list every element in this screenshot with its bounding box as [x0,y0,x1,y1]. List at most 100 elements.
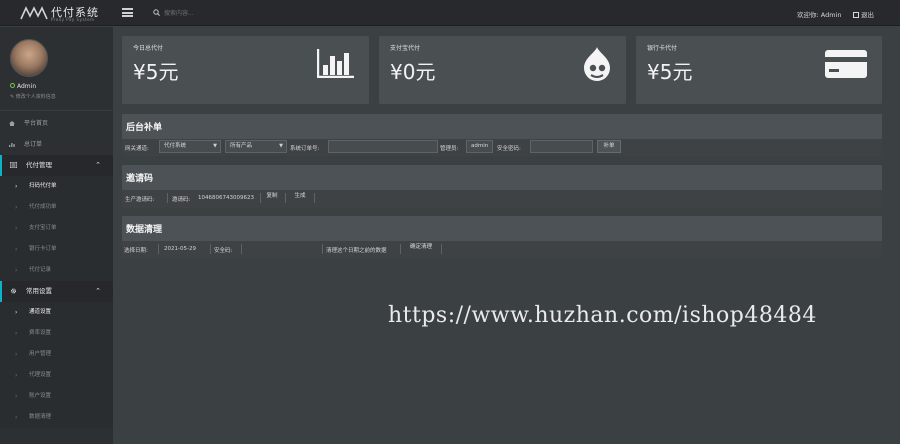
online-dot-icon [10,83,15,88]
invite-form: 生产邀请码: 邀请码: 1046806743009623 复制 生成 [122,190,882,208]
cleanup-form: 选择日期: 2021-05-29 安全码: 清理这个日期之前的数据 确定清理 [122,241,882,258]
confirm-cleanup-button[interactable]: 确定清理 [403,242,439,255]
logout-button[interactable]: 退出 [853,9,874,19]
edit-profile-link[interactable]: ✎ 修改个人资料信息 [10,93,56,100]
sidebar-subitem-label: 银行卡订单 [29,246,57,252]
divider [322,244,323,254]
sidebar-subitem[interactable]: › 支付宝订单 [0,218,113,239]
sidebar-subitem[interactable]: › 代理设置 [0,365,113,386]
chevron-right-icon: › [15,351,18,358]
stat-card-label: 银行卡代付 [647,45,678,52]
avatar[interactable] [10,39,48,77]
chevron-right-icon: › [15,414,18,421]
password-label: 安全密码: [497,146,521,152]
chevron-up-icon: ⌃ [95,161,101,169]
sidebar-subitem-label: 代付记录 [29,267,52,273]
chevron-up-icon: ⌃ [95,287,101,295]
sidebar-item-home[interactable]: 平台首页 [0,113,113,134]
logo-mark-icon [20,6,48,20]
logout-label: 退出 [861,11,874,19]
chevron-right-icon: › [15,246,18,253]
stat-card-value: ¥0元 [390,60,436,84]
sidebar-subitem[interactable]: › 用户管理 [0,344,113,365]
profile-panel: Admin ✎ 修改个人资料信息 [0,27,113,111]
date-value[interactable]: 2021-05-29 [164,246,196,252]
invite-code-panel: 邀请码 生产邀请码: 邀请码: 1046806743009623 复制 生成 [122,165,882,208]
copy-button[interactable]: 复制 [264,191,280,204]
operator-label: 管理员: [440,146,459,152]
cleanup-note: 清理这个日期之前的数据 [326,248,387,254]
gear-icon [11,288,16,294]
sidebar-group-payout[interactable]: 代付管理 ⌃ [0,155,113,176]
sidebar-subitem[interactable]: › 扫码代付单 [0,176,113,197]
chevron-down-icon: ▼ [279,143,283,149]
product-select[interactable]: 所有产品 ▼ [225,140,287,153]
sidebar-subitem-label: 通道设置 [29,309,52,315]
online-status-label: Admin [17,83,37,90]
chevron-right-icon: › [15,204,18,211]
password-input[interactable] [530,140,593,153]
sidebar-group-settings[interactable]: 常用设置 ⌃ [0,281,113,302]
supplement-form: 网关通道: 代付系统 ▼ 所有产品 ▼ 系统订单号: 管理员: admin 安全密码… [122,139,882,156]
invite-code-label: 邀请码: [172,197,191,203]
sidebar-item-orders[interactable]: 总订单 [0,134,113,155]
sidebar-subitem-label: 扫码代付单 [29,183,57,189]
generate-label: 生产邀请码: [125,197,155,203]
menu-toggle-icon[interactable] [122,8,133,17]
security-code-input[interactable] [242,242,322,255]
welcome-text: 欢迎你: Admin [797,11,842,19]
sidebar-subitem-label: 代付成功单 [29,204,57,210]
product-select-value: 所有产品 [230,143,253,149]
sidebar-subitem-label: 数据清理 [29,414,52,420]
sidebar-subitem[interactable]: › 代付成功单 [0,197,113,218]
stat-card-value: ¥5元 [133,60,179,84]
sidebar-group-label: 代付管理 [26,161,52,169]
divider [210,244,211,254]
sidebar-item-label: 平台首页 [24,120,49,127]
drupal-icon [584,47,610,81]
sidebar-nav: 平台首页 总订单 代付管理 ⌃ › 扫码代付单 › 代付成功单 › 支付宝订单 › 银行… [0,113,113,428]
search-icon [153,9,160,16]
generate-button[interactable]: 生成 [292,191,308,204]
stat-card-bank: 银行卡代付 ¥5元 [636,36,882,104]
divider [158,244,159,254]
divider [285,193,286,203]
sidebar-subitem[interactable]: › 银行卡订单 [0,239,113,260]
sidebar-subitem[interactable]: › 代付记录 [0,260,113,281]
edit-profile-label: 修改个人资料信息 [15,94,56,100]
chevron-right-icon: › [15,372,18,379]
channel-select[interactable]: 代付系统 ▼ [159,140,221,153]
order-number-input[interactable] [328,140,438,153]
sidebar-subitem[interactable]: › 费率设置 [0,323,113,344]
sidebar-subitem-label: 费率设置 [29,330,52,336]
online-status: Admin [10,83,36,90]
sidebar-subitem[interactable]: › 账户设置 [0,386,113,407]
logo[interactable]: 代付系统 Proxy Pay System [20,4,112,24]
divider [260,193,261,203]
panel-title: 数据清理 [126,225,163,235]
supplement-order-panel: 后台补单 网关通道: 代付系统 ▼ 所有产品 ▼ 系统订单号: 管理员: admin… [122,114,882,156]
chevron-right-icon: › [15,309,18,316]
search-input[interactable] [164,6,244,20]
security-code-label: 安全码: [214,248,233,254]
operator-input[interactable]: admin [466,140,493,153]
channel-label: 网关通道: [125,146,149,152]
sidebar-subitem-label: 代理设置 [29,372,52,378]
stat-card-label: 支付宝代付 [390,45,421,52]
divider [314,193,315,203]
sidebar-subitem[interactable]: › 数据清理 [0,407,113,428]
divider [441,244,442,254]
data-cleanup-panel: 数据清理 选择日期: 2021-05-29 安全码: 清理这个日期之前的数据 确… [122,216,882,258]
divider [400,244,401,254]
chevron-right-icon: › [15,267,18,274]
sidebar-subitem-label: 支付宝订单 [29,225,57,231]
stat-card-label: 今日总代付 [133,45,164,52]
channel-select-value: 代付系统 [164,143,187,149]
home-icon [9,121,15,126]
sidebar-group-label: 常用设置 [26,287,52,295]
submit-button[interactable]: 补单 [597,140,621,153]
order-number-label: 系统订单号: [290,146,320,152]
chart-icon [9,143,15,147]
sidebar-subitem[interactable]: › 通道设置 [0,302,113,323]
sidebar-subitem-label: 账户设置 [29,393,52,399]
